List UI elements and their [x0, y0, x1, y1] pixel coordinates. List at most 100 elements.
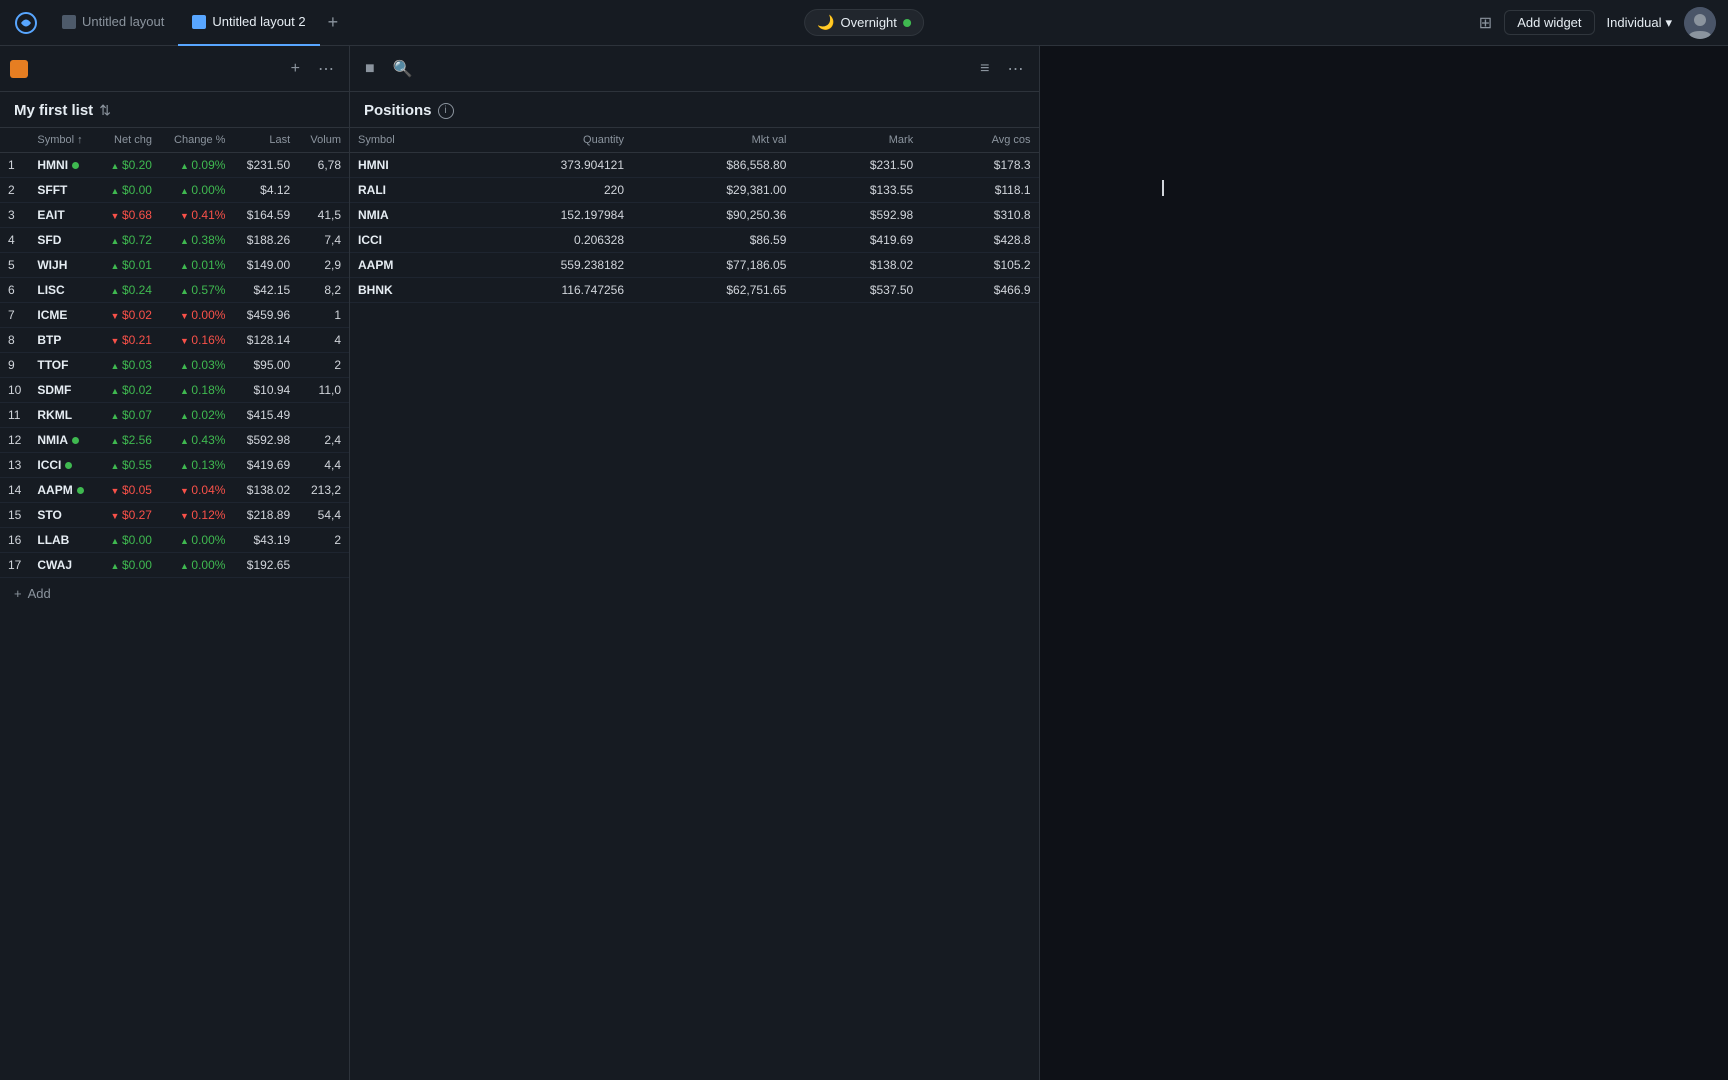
positions-filter-btn[interactable]: ≡	[975, 57, 994, 81]
pos-quantity-cell: 152.197984	[462, 203, 632, 228]
pos-mktval-cell: $29,381.00	[632, 178, 794, 203]
tab-untitled-layout-2[interactable]: Untitled layout 2	[178, 0, 319, 46]
add-label: Add	[28, 586, 51, 601]
expand-icon[interactable]: ⊞	[1479, 13, 1492, 33]
change-arrow: ▼	[180, 311, 191, 321]
sort-icon[interactable]: ⇅	[99, 102, 111, 119]
net-chg-cell: ▲ $0.00	[97, 178, 160, 203]
pos-mktval-cell: $90,250.36	[632, 203, 794, 228]
table-row[interactable]: 12 NMIA ▲ $2.56 ▲ 0.43% $592.98 2,4	[0, 428, 349, 453]
positions-header-row: Symbol Quantity Mkt val Mark Avg cos	[350, 128, 1039, 153]
table-row[interactable]: BHNK 116.747256 $62,751.65 $537.50 $466.…	[350, 278, 1039, 303]
table-row[interactable]: 17 CWAJ ▲ $0.00 ▲ 0.00% $192.65	[0, 553, 349, 578]
col-change-pct[interactable]: Change %	[160, 128, 233, 153]
symbol-cell: AAPM	[29, 478, 97, 503]
table-row[interactable]: 2 SFFT ▲ $0.00 ▲ 0.00% $4.12	[0, 178, 349, 203]
table-row[interactable]: 15 STO ▼ $0.27 ▼ 0.12% $218.89 54,4	[0, 503, 349, 528]
overnight-badge[interactable]: 🌙 Overnight	[804, 9, 924, 36]
symbol-cell: TTOF	[29, 353, 97, 378]
last-cell: $459.96	[233, 303, 298, 328]
last-cell: $42.15	[233, 278, 298, 303]
col-num	[0, 128, 29, 153]
pos-col-quantity[interactable]: Quantity	[462, 128, 632, 153]
main-area: + ⋯ My first list ⇅ Symbol ↑ Net chg Cha…	[0, 46, 1728, 1080]
table-row[interactable]: 6 LISC ▲ $0.24 ▲ 0.57% $42.15 8,2	[0, 278, 349, 303]
change-arrow: ▲	[180, 536, 191, 546]
positions-view-btn[interactable]: ■	[360, 57, 380, 81]
last-cell: $128.14	[233, 328, 298, 353]
pos-col-avgcost[interactable]: Avg cos	[921, 128, 1038, 153]
row-number: 2	[0, 178, 29, 203]
table-row[interactable]: 16 LLAB ▲ $0.00 ▲ 0.00% $43.19 2	[0, 528, 349, 553]
add-tab-button[interactable]: +	[320, 12, 347, 33]
table-row[interactable]: ICCI 0.206328 $86.59 $419.69 $428.8	[350, 228, 1039, 253]
table-row[interactable]: 4 SFD ▲ $0.72 ▲ 0.38% $188.26 7,4	[0, 228, 349, 253]
pos-col-symbol[interactable]: Symbol	[350, 128, 462, 153]
volume-cell: 2,4	[298, 428, 349, 453]
table-row[interactable]: 10 SDMF ▲ $0.02 ▲ 0.18% $10.94 11,0	[0, 378, 349, 403]
pos-avgcost-cell: $428.8	[921, 228, 1038, 253]
volume-cell: 54,4	[298, 503, 349, 528]
table-row[interactable]: AAPM 559.238182 $77,186.05 $138.02 $105.…	[350, 253, 1039, 278]
add-symbol-row[interactable]: + Add	[0, 578, 349, 609]
col-last[interactable]: Last	[233, 128, 298, 153]
change-pct-cell: ▼ 0.12%	[160, 503, 233, 528]
table-row[interactable]: 5 WIJH ▲ $0.01 ▲ 0.01% $149.00 2,9	[0, 253, 349, 278]
pos-mark-cell: $592.98	[794, 203, 921, 228]
table-row[interactable]: 9 TTOF ▲ $0.03 ▲ 0.03% $95.00 2	[0, 353, 349, 378]
net-chg-cell: ▼ $0.21	[97, 328, 160, 353]
change-pct-cell: ▲ 0.01%	[160, 253, 233, 278]
pos-avgcost-cell: $466.9	[921, 278, 1038, 303]
add-column-button[interactable]: +	[286, 57, 305, 81]
table-row[interactable]: NMIA 152.197984 $90,250.36 $592.98 $310.…	[350, 203, 1039, 228]
volume-cell: 4,4	[298, 453, 349, 478]
more-options-button[interactable]: ⋯	[313, 56, 339, 82]
change-arrow: ▲	[180, 236, 191, 246]
change-arrow: ▲	[180, 461, 191, 471]
volume-cell: 7,4	[298, 228, 349, 253]
symbol-cell: RKML	[29, 403, 97, 428]
volume-cell: 2,9	[298, 253, 349, 278]
positions-more-btn[interactable]: ⋯	[1003, 56, 1029, 82]
table-row[interactable]: 3 EAIT ▼ $0.68 ▼ 0.41% $164.59 41,5	[0, 203, 349, 228]
info-icon[interactable]: i	[438, 103, 454, 119]
table-row[interactable]: 7 ICME ▼ $0.02 ▼ 0.00% $459.96 1	[0, 303, 349, 328]
table-row[interactable]: 8 BTP ▼ $0.21 ▼ 0.16% $128.14 4	[0, 328, 349, 353]
pos-symbol-cell: BHNK	[350, 278, 462, 303]
pos-col-mktval[interactable]: Mkt val	[632, 128, 794, 153]
table-row[interactable]: 13 ICCI ▲ $0.55 ▲ 0.13% $419.69 4,4	[0, 453, 349, 478]
net-chg-cell: ▲ $0.24	[97, 278, 160, 303]
net-chg-arrow: ▼	[111, 511, 122, 521]
pos-col-mark[interactable]: Mark	[794, 128, 921, 153]
net-chg-arrow: ▲	[111, 261, 122, 271]
symbol-label: HMNI	[37, 158, 68, 172]
table-row[interactable]: HMNI 373.904121 $86,558.80 $231.50 $178.…	[350, 153, 1039, 178]
individual-dropdown[interactable]: Individual ▾	[1607, 15, 1672, 31]
add-widget-button[interactable]: Add widget	[1504, 10, 1594, 35]
col-volume[interactable]: Volum	[298, 128, 349, 153]
table-row[interactable]: 14 AAPM ▼ $0.05 ▼ 0.04% $138.02 213,2	[0, 478, 349, 503]
pos-symbol-cell: AAPM	[350, 253, 462, 278]
col-symbol[interactable]: Symbol ↑	[29, 128, 97, 153]
col-net-chg[interactable]: Net chg	[97, 128, 160, 153]
volume-cell: 6,78	[298, 153, 349, 178]
change-pct-cell: ▲ 0.03%	[160, 353, 233, 378]
watchlist-table-scroll[interactable]: Symbol ↑ Net chg Change % Last Volum 1 H…	[0, 128, 349, 1034]
change-pct-cell: ▲ 0.43%	[160, 428, 233, 453]
table-row[interactable]: 1 HMNI ▲ $0.20 ▲ 0.09% $231.50 6,78	[0, 153, 349, 178]
net-chg-arrow: ▲	[111, 411, 122, 421]
positions-search-btn[interactable]: 🔍	[388, 56, 418, 82]
table-row[interactable]: RALI 220 $29,381.00 $133.55 $118.1	[350, 178, 1039, 203]
table-row[interactable]: 11 RKML ▲ $0.07 ▲ 0.02% $415.49	[0, 403, 349, 428]
tab-untitled-layout-1[interactable]: Untitled layout	[48, 0, 178, 46]
last-cell: $4.12	[233, 178, 298, 203]
positions-table-scroll[interactable]: Symbol Quantity Mkt val Mark Avg cos HMN…	[350, 128, 1039, 1080]
pos-mark-cell: $537.50	[794, 278, 921, 303]
avatar[interactable]	[1684, 7, 1716, 39]
net-chg-cell: ▲ $0.01	[97, 253, 160, 278]
volume-cell: 2	[298, 528, 349, 553]
row-number: 8	[0, 328, 29, 353]
positions-panel: ■ 🔍 ≡ ⋯ Positions i Symbol Quantity Mkt …	[350, 46, 1040, 1080]
change-pct-cell: ▼ 0.00%	[160, 303, 233, 328]
symbol-label: ICME	[37, 308, 67, 322]
